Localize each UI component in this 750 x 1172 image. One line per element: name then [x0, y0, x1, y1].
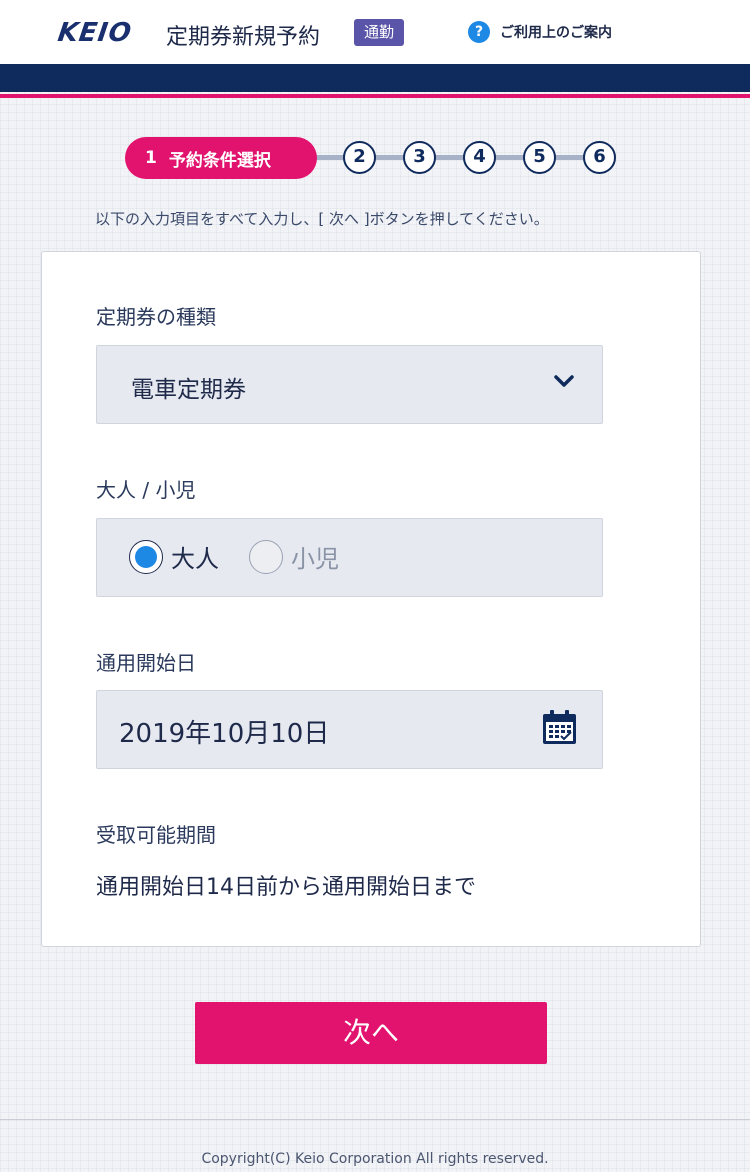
footer-divider [0, 1119, 750, 1120]
progress-stepper: 1 予約条件選択 2 3 4 5 6 [125, 137, 620, 179]
pickup-period-value: 通用開始日14日前から通用開始日まで [96, 875, 476, 900]
radio-child-indicator[interactable] [249, 539, 283, 574]
copyright-text: Copyright(C) Keio Corporation All rights… [201, 1151, 549, 1167]
header-pink-line [0, 94, 750, 98]
calendar-icon[interactable] [541, 709, 578, 746]
radio-adult-label: 大人 [171, 545, 219, 573]
next-button[interactable]: 次へ [195, 1002, 547, 1064]
passenger-radio-box: 大人 小児 [96, 518, 603, 597]
radio-child-label: 小児 [291, 545, 339, 573]
step-1-active: 1 予約条件選択 [125, 137, 317, 179]
pass-type-select[interactable]: 電車定期券 [96, 345, 603, 424]
pass-type-value: 電車定期券 [131, 377, 246, 403]
page-title: 定期券新規予約 [166, 25, 321, 50]
form-card: 定期券の種類 電車定期券 大人 / 小児 大人 小児 通用開始日 2019年10… [41, 251, 701, 947]
pass-type-label: 定期券の種類 [96, 305, 216, 329]
step-4: 4 [463, 141, 496, 174]
question-icon: ? [468, 21, 490, 43]
step-2: 2 [343, 141, 376, 174]
commute-badge: 通勤 [354, 19, 405, 46]
pickup-label: 受取可能期間 [96, 823, 216, 847]
start-date-value: 2019年10月10日 [119, 719, 330, 749]
passenger-label: 大人 / 小児 [96, 478, 196, 502]
start-date-field[interactable]: 2019年10月10日 [96, 690, 603, 769]
radio-adult-indicator[interactable] [129, 539, 163, 574]
header: KEIO 定期券新規予約 通勤 ? ご利用上のご案内 [0, 0, 750, 64]
help-label: ご利用上のご案内 [500, 25, 612, 41]
step-1-label: 予約条件選択 [168, 150, 271, 171]
instructions-text: 以下の入力項目をすべて入力し、[ 次へ ]ボタンを押してください。 [95, 210, 549, 228]
start-date-label: 通用開始日 [96, 651, 196, 675]
chevron-down-icon [554, 375, 574, 387]
radio-adult[interactable]: 大人 [129, 539, 219, 574]
step-5: 5 [523, 141, 556, 174]
step-6: 6 [583, 141, 616, 174]
radio-child[interactable]: 小児 [249, 539, 339, 574]
header-navy-band [0, 64, 750, 92]
help-link[interactable]: ? ご利用上のご案内 [468, 21, 612, 43]
keio-logo[interactable]: KEIO [56, 18, 134, 48]
step-3: 3 [403, 141, 436, 174]
step-1-number: 1 [145, 148, 157, 168]
